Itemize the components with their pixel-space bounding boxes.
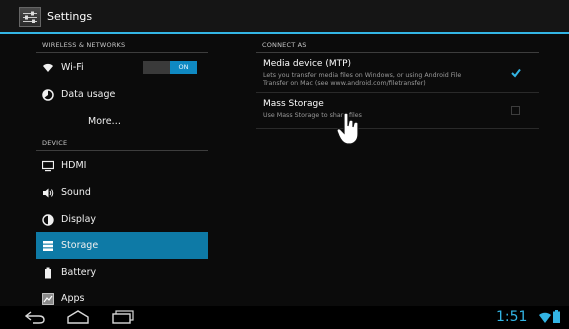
sidebar-item-label: Data usage xyxy=(61,89,116,100)
hand-cursor-icon xyxy=(336,112,359,145)
sidebar-item-wifi[interactable]: Wi-Fi ON xyxy=(36,54,208,81)
monitor-icon xyxy=(42,160,54,172)
battery-status-icon xyxy=(553,310,560,323)
wifi-status-icon xyxy=(539,312,551,323)
section-header-wireless: WIRELESS & NETWORKS xyxy=(36,37,208,53)
sidebar-item-more[interactable]: More… xyxy=(36,108,208,135)
sidebar-item-label: Display xyxy=(61,214,97,225)
back-icon[interactable] xyxy=(25,311,45,324)
sidebar-item-sound[interactable]: Sound xyxy=(36,179,208,206)
status-clock: 1:51 xyxy=(496,309,528,325)
battery-icon xyxy=(45,267,51,279)
sidebar-item-data-usage[interactable]: Data usage xyxy=(36,81,208,108)
option-media-device-mtp[interactable]: Media device (MTP) Lets you transfer med… xyxy=(256,54,539,93)
section-header-connect-as: CONNECT AS xyxy=(256,37,539,53)
wifi-icon xyxy=(43,63,53,72)
sidebar-item-label: Sound xyxy=(61,187,91,198)
sidebar-item-label: More… xyxy=(88,116,122,127)
sidebar-item-label: Battery xyxy=(61,267,97,278)
option-mass-storage[interactable]: Mass Storage Use Mass Storage to share f… xyxy=(256,93,539,129)
settings-categories: WIRELESS & NETWORKS Wi-Fi ON Data usage … xyxy=(36,34,208,306)
sidebar-item-storage[interactable]: Storage xyxy=(36,232,208,259)
system-nav-bar: 1:51 xyxy=(0,306,569,329)
option-summary-line2: Transfer on Mac (see www.android.com/fil… xyxy=(263,80,426,87)
settings-content: WIRELESS & NETWORKS Wi-Fi ON Data usage … xyxy=(0,34,569,306)
toggle-on-label: ON xyxy=(170,61,197,74)
section-header-device: DEVICE xyxy=(36,135,208,151)
sidebar-item-label: HDMI xyxy=(61,160,87,171)
mtp-checkbox[interactable] xyxy=(511,68,521,78)
option-title: Mass Storage xyxy=(263,99,324,109)
recents-icon[interactable] xyxy=(112,310,134,324)
sidebar-item-hdmi[interactable]: HDMI xyxy=(36,152,208,179)
sidebar-item-label: Storage xyxy=(61,240,99,251)
sidebar-item-display[interactable]: Display xyxy=(36,206,208,233)
sidebar-item-battery[interactable]: Battery xyxy=(36,259,208,286)
brightness-icon xyxy=(42,214,54,226)
option-summary-line1: Lets you transfer media files on Windows… xyxy=(263,72,462,79)
settings-sliders-icon[interactable] xyxy=(19,7,41,27)
option-title: Media device (MTP) xyxy=(263,59,352,69)
speaker-icon xyxy=(43,188,54,198)
wifi-toggle[interactable]: ON xyxy=(143,61,197,74)
storage-icon xyxy=(43,241,53,251)
apps-icon xyxy=(42,293,54,305)
mass-storage-checkbox[interactable] xyxy=(511,106,520,115)
home-icon[interactable] xyxy=(67,310,89,324)
sidebar-item-label: Wi-Fi xyxy=(61,62,84,73)
page-title: Settings xyxy=(47,10,93,23)
storage-connect-panel: CONNECT AS Media device (MTP) Lets you t… xyxy=(256,34,539,306)
action-bar: Settings xyxy=(0,0,569,34)
data-usage-icon xyxy=(42,89,54,101)
